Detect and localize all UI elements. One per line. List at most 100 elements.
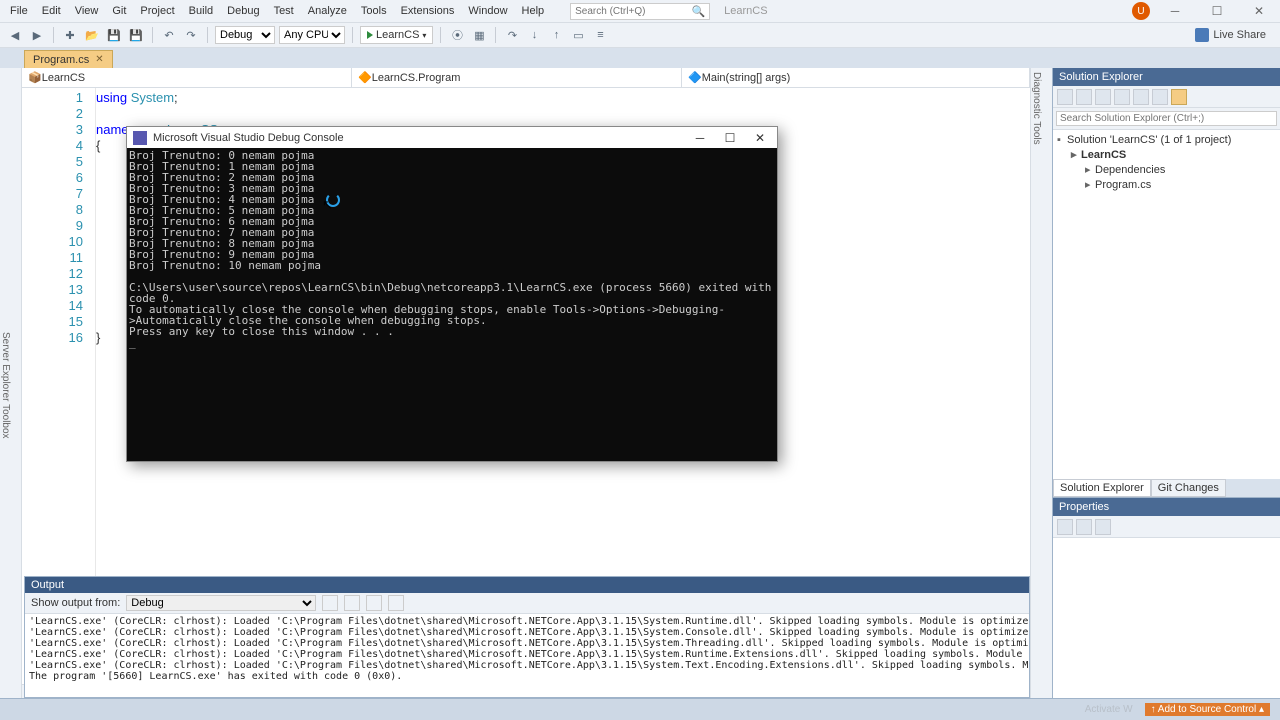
properties-pane: Properties (1053, 497, 1280, 698)
window-minimize-button[interactable]: ─ (1158, 4, 1192, 18)
menu-tools[interactable]: Tools (355, 3, 393, 19)
window-maximize-button[interactable]: ☐ (1200, 4, 1234, 18)
platform-dropdown[interactable]: Any CPU (279, 26, 345, 44)
live-share-label: Live Share (1213, 29, 1266, 41)
project-node[interactable]: ▸LearnCS (1057, 148, 1276, 163)
menu-window[interactable]: Window (462, 3, 513, 19)
menu-file[interactable]: File (4, 3, 34, 19)
solution-search[interactable] (1053, 108, 1280, 130)
debug-console-window[interactable]: Microsoft Visual Studio Debug Console ─ … (126, 126, 778, 462)
nav-project-dropdown[interactable]: 📦 LearnCS (22, 68, 352, 87)
output-btn-4[interactable] (388, 595, 404, 611)
output-pane: Output Show output from: Debug 'LearnCS.… (24, 576, 1030, 698)
console-minimize-button[interactable]: ─ (685, 131, 715, 145)
preview-button[interactable] (1171, 89, 1187, 105)
toolbar-btn-3[interactable]: ▭ (569, 26, 587, 44)
quick-launch[interactable]: 🔍 (570, 3, 710, 20)
nav-class-dropdown[interactable]: 🔶 LearnCS.Program (352, 68, 682, 87)
open-button[interactable]: 📂 (83, 26, 101, 44)
alphabetical-button[interactable] (1076, 519, 1092, 535)
chevron-down-icon: ▾ (422, 31, 426, 40)
properties-grid[interactable] (1053, 538, 1280, 698)
output-btn-3[interactable] (366, 595, 382, 611)
output-header: Output (25, 577, 1029, 593)
start-debugging-button[interactable]: LearnCS ▾ (360, 26, 433, 44)
properties-button[interactable] (1152, 89, 1168, 105)
dependencies-node[interactable]: ▸Dependencies (1057, 163, 1276, 178)
collapse-all-button[interactable] (1114, 89, 1130, 105)
properties-header: Properties (1053, 498, 1280, 516)
file-node[interactable]: ▸Program.cs (1057, 178, 1276, 193)
properties-toolbar (1053, 516, 1280, 538)
solution-search-input[interactable] (1056, 111, 1277, 126)
footer-status: Activate W ↑ Add to Source Control ▴ (1075, 698, 1280, 720)
tab-solution-explorer[interactable]: Solution Explorer (1053, 479, 1151, 497)
console-close-button[interactable]: ✕ (745, 131, 775, 145)
editor-nav-bar: 📦 LearnCS 🔶 LearnCS.Program 🔷 Main(strin… (22, 68, 1030, 88)
output-btn-1[interactable] (322, 595, 338, 611)
console-title: Microsoft Visual Studio Debug Console (153, 132, 344, 144)
console-maximize-button[interactable]: ☐ (715, 131, 745, 145)
categorized-button[interactable] (1057, 519, 1073, 535)
nav-back-button[interactable]: ◀ (6, 26, 24, 44)
step-over-button[interactable]: ↷ (503, 26, 521, 44)
nav-member-dropdown[interactable]: 🔷 Main(string[] args) (682, 68, 1030, 87)
main-menu: File Edit View Git Project Build Debug T… (4, 3, 550, 19)
output-btn-2[interactable] (344, 595, 360, 611)
menu-extensions[interactable]: Extensions (395, 3, 461, 19)
toolbar-btn-2[interactable]: ▦ (470, 26, 488, 44)
sync-button[interactable] (1076, 89, 1092, 105)
tab-program-cs[interactable]: Program.cs ✕ (24, 50, 113, 68)
menu-debug[interactable]: Debug (221, 3, 265, 19)
console-output[interactable]: Broj Trenutno: 0 nemam pojma Broj Trenut… (126, 148, 778, 462)
solution-node[interactable]: ▪Solution 'LearnCS' (1 of 1 project) (1057, 133, 1276, 148)
right-tool-rail[interactable]: Diagnostic Tools (1030, 68, 1052, 698)
standard-toolbar: ◀ ▶ ✚ 📂 💾 💾 ↶ ↷ Debug Any CPU LearnCS ▾ … (0, 22, 1280, 48)
menu-test[interactable]: Test (268, 3, 300, 19)
home-button[interactable] (1057, 89, 1073, 105)
undo-button[interactable]: ↶ (160, 26, 178, 44)
menu-view[interactable]: View (69, 3, 105, 19)
save-button[interactable]: 💾 (105, 26, 123, 44)
save-all-button[interactable]: 💾 (127, 26, 145, 44)
tab-git-changes[interactable]: Git Changes (1151, 479, 1226, 497)
redo-button[interactable]: ↷ (182, 26, 200, 44)
tab-label: Program.cs (33, 54, 89, 66)
new-project-button[interactable]: ✚ (61, 26, 79, 44)
tab-close-icon[interactable]: ✕ (95, 54, 103, 65)
solution-toolbar (1053, 86, 1280, 108)
menu-project[interactable]: Project (134, 3, 180, 19)
left-tool-rail[interactable]: Server Explorer Toolbox (0, 68, 22, 698)
output-source-dropdown[interactable]: Debug (126, 595, 316, 611)
show-all-files-button[interactable] (1133, 89, 1149, 105)
live-share-button[interactable]: Live Share (1187, 28, 1274, 42)
menu-edit[interactable]: Edit (36, 3, 67, 19)
step-out-button[interactable]: ↑ (547, 26, 565, 44)
live-share-icon (1195, 28, 1209, 42)
search-icon: 🔍 (691, 5, 705, 18)
nav-forward-button[interactable]: ▶ (28, 26, 46, 44)
output-text[interactable]: 'LearnCS.exe' (CoreCLR: clrhost): Loaded… (25, 614, 1029, 697)
menu-git[interactable]: Git (106, 3, 132, 19)
menu-analyze[interactable]: Analyze (302, 3, 353, 19)
step-into-button[interactable]: ↓ (525, 26, 543, 44)
props-btn[interactable] (1095, 519, 1111, 535)
start-target-label: LearnCS (376, 29, 419, 41)
user-avatar[interactable]: U (1132, 2, 1150, 20)
activate-windows-text: Activate W (1085, 704, 1133, 715)
menu-help[interactable]: Help (516, 3, 551, 19)
menu-build[interactable]: Build (183, 3, 219, 19)
console-titlebar[interactable]: Microsoft Visual Studio Debug Console ─ … (126, 126, 778, 148)
solution-explorer-header: Solution Explorer (1053, 68, 1280, 86)
window-close-button[interactable]: ✕ (1242, 4, 1276, 18)
refresh-button[interactable] (1095, 89, 1111, 105)
toolbar-btn-1[interactable]: ⦿ (448, 26, 466, 44)
toolbar-btn-4[interactable]: ≡ (591, 26, 609, 44)
config-dropdown[interactable]: Debug (215, 26, 275, 44)
output-source-label: Show output from: (31, 597, 120, 609)
add-source-control-button[interactable]: ↑ Add to Source Control ▴ (1145, 703, 1270, 716)
title-bar: File Edit View Git Project Build Debug T… (0, 0, 1280, 22)
search-input[interactable] (575, 6, 691, 17)
app-title: LearnCS (724, 5, 767, 17)
solution-tree[interactable]: ▪Solution 'LearnCS' (1 of 1 project) ▸Le… (1053, 130, 1280, 479)
